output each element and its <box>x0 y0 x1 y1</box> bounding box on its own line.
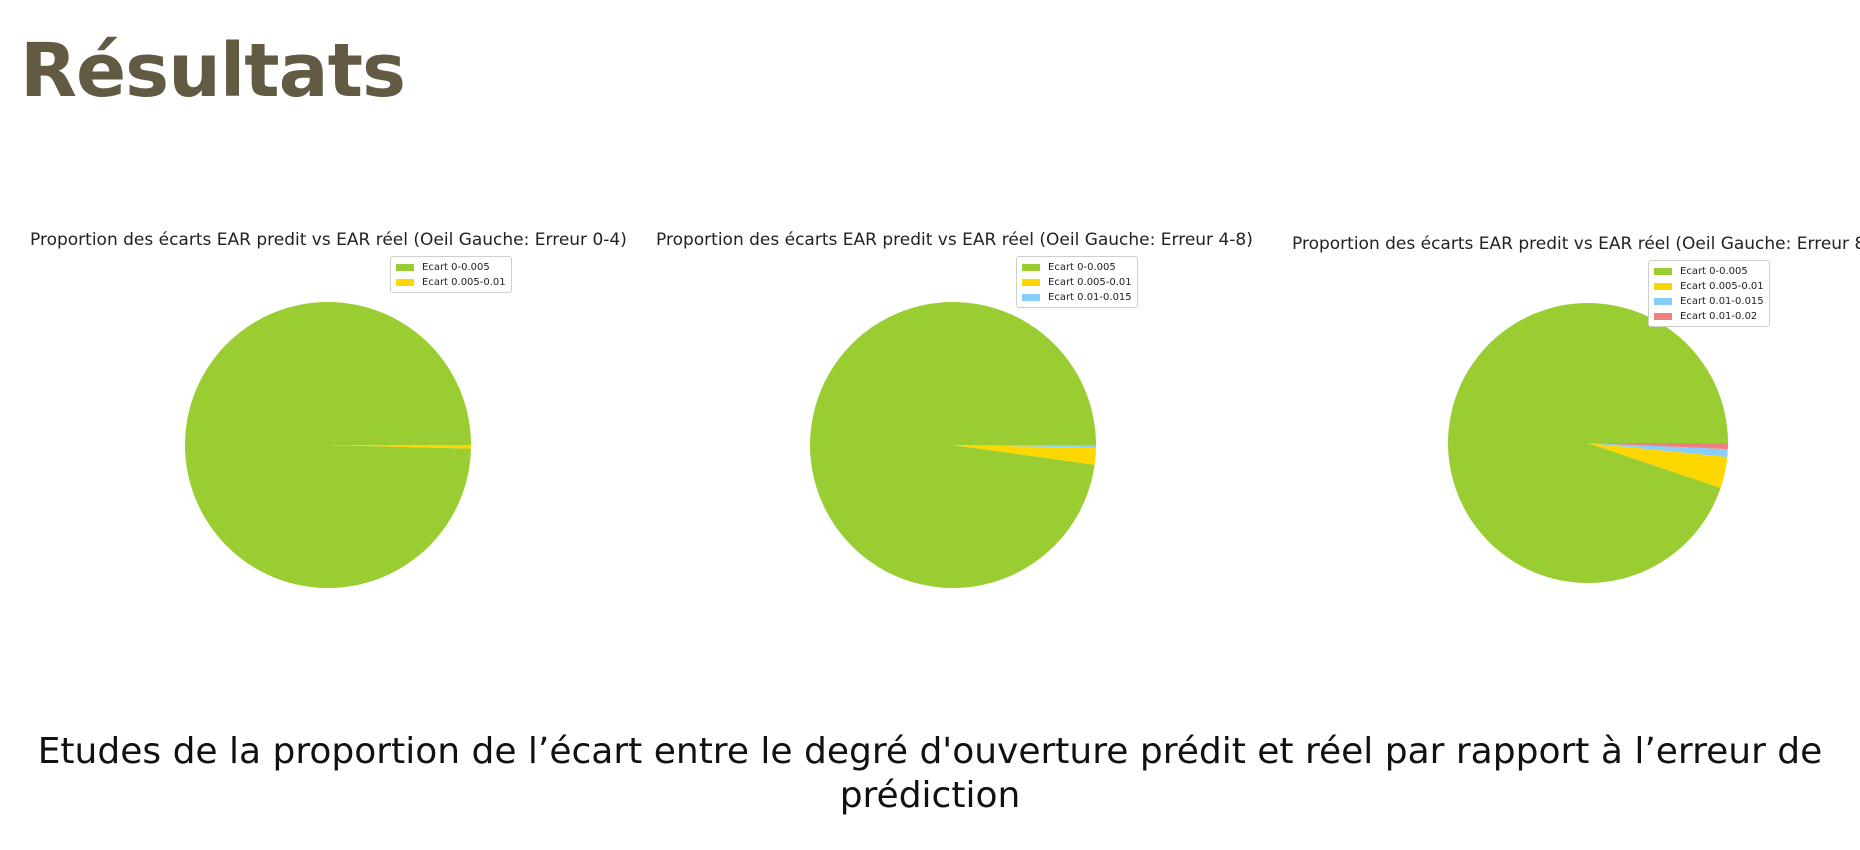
legend-label: Ecart 0-0.005 <box>1680 266 1748 277</box>
legend-label: Ecart 0.005-0.01 <box>422 277 506 288</box>
chart-legend: Ecart 0-0.005 Ecart 0.005-0.01 Ecart 0.0… <box>1016 256 1138 308</box>
legend-label: Ecart 0.01-0.02 <box>1680 311 1758 322</box>
pie-chart-erreur-0-4: Proportion des écarts EAR predit vs EAR … <box>30 220 640 620</box>
chart-legend: Ecart 0-0.005 Ecart 0.005-0.01 Ecart 0.0… <box>1648 260 1770 327</box>
chart-title: Proportion des écarts EAR predit vs EAR … <box>1292 234 1860 254</box>
legend-item: Ecart 0.01-0.02 <box>1654 309 1764 324</box>
legend-swatch <box>1022 264 1040 271</box>
pie-svg <box>810 301 1096 588</box>
chart-legend: Ecart 0-0.005 Ecart 0.005-0.01 <box>390 256 512 293</box>
legend-swatch <box>1022 279 1040 286</box>
legend-swatch <box>396 264 414 271</box>
legend-item: Ecart 0-0.005 <box>1654 264 1764 279</box>
chart-title: Proportion des écarts EAR predit vs EAR … <box>30 230 627 250</box>
legend-item: Ecart 0-0.005 <box>396 260 506 275</box>
slide-caption: Etudes de la proportion de l’écart entre… <box>37 731 1823 816</box>
legend-item: Ecart 0.01-0.015 <box>1654 294 1764 309</box>
legend-label: Ecart 0.01-0.015 <box>1680 296 1764 307</box>
legend-swatch <box>1654 313 1672 320</box>
pie-chart-erreur-8-12: Proportion des écarts EAR predit vs EAR … <box>1292 220 1860 620</box>
legend-item: Ecart 0.005-0.01 <box>396 275 506 290</box>
legend-item: Ecart 0.005-0.01 <box>1022 275 1132 290</box>
legend-swatch <box>1654 283 1672 290</box>
legend-item: Ecart 0-0.005 <box>1022 260 1132 275</box>
legend-swatch <box>1022 294 1040 301</box>
pie-slice <box>810 301 1096 588</box>
legend-label: Ecart 0.005-0.01 <box>1680 281 1764 292</box>
slide-title: Résultats <box>20 28 406 114</box>
legend-label: Ecart 0.01-0.015 <box>1048 292 1132 303</box>
legend-item: Ecart 0.005-0.01 <box>1654 279 1764 294</box>
legend-swatch <box>1654 298 1672 305</box>
legend-item: Ecart 0.01-0.015 <box>1022 290 1132 305</box>
legend-swatch <box>396 279 414 286</box>
legend-swatch <box>1654 268 1672 275</box>
pie-svg <box>1448 302 1728 583</box>
pie-svg <box>184 302 471 589</box>
legend-label: Ecart 0-0.005 <box>1048 262 1116 273</box>
chart-title: Proportion des écarts EAR predit vs EAR … <box>656 230 1253 250</box>
legend-label: Ecart 0-0.005 <box>422 262 490 273</box>
pie-chart-erreur-4-8: Proportion des écarts EAR predit vs EAR … <box>656 220 1266 620</box>
legend-label: Ecart 0.005-0.01 <box>1048 277 1132 288</box>
